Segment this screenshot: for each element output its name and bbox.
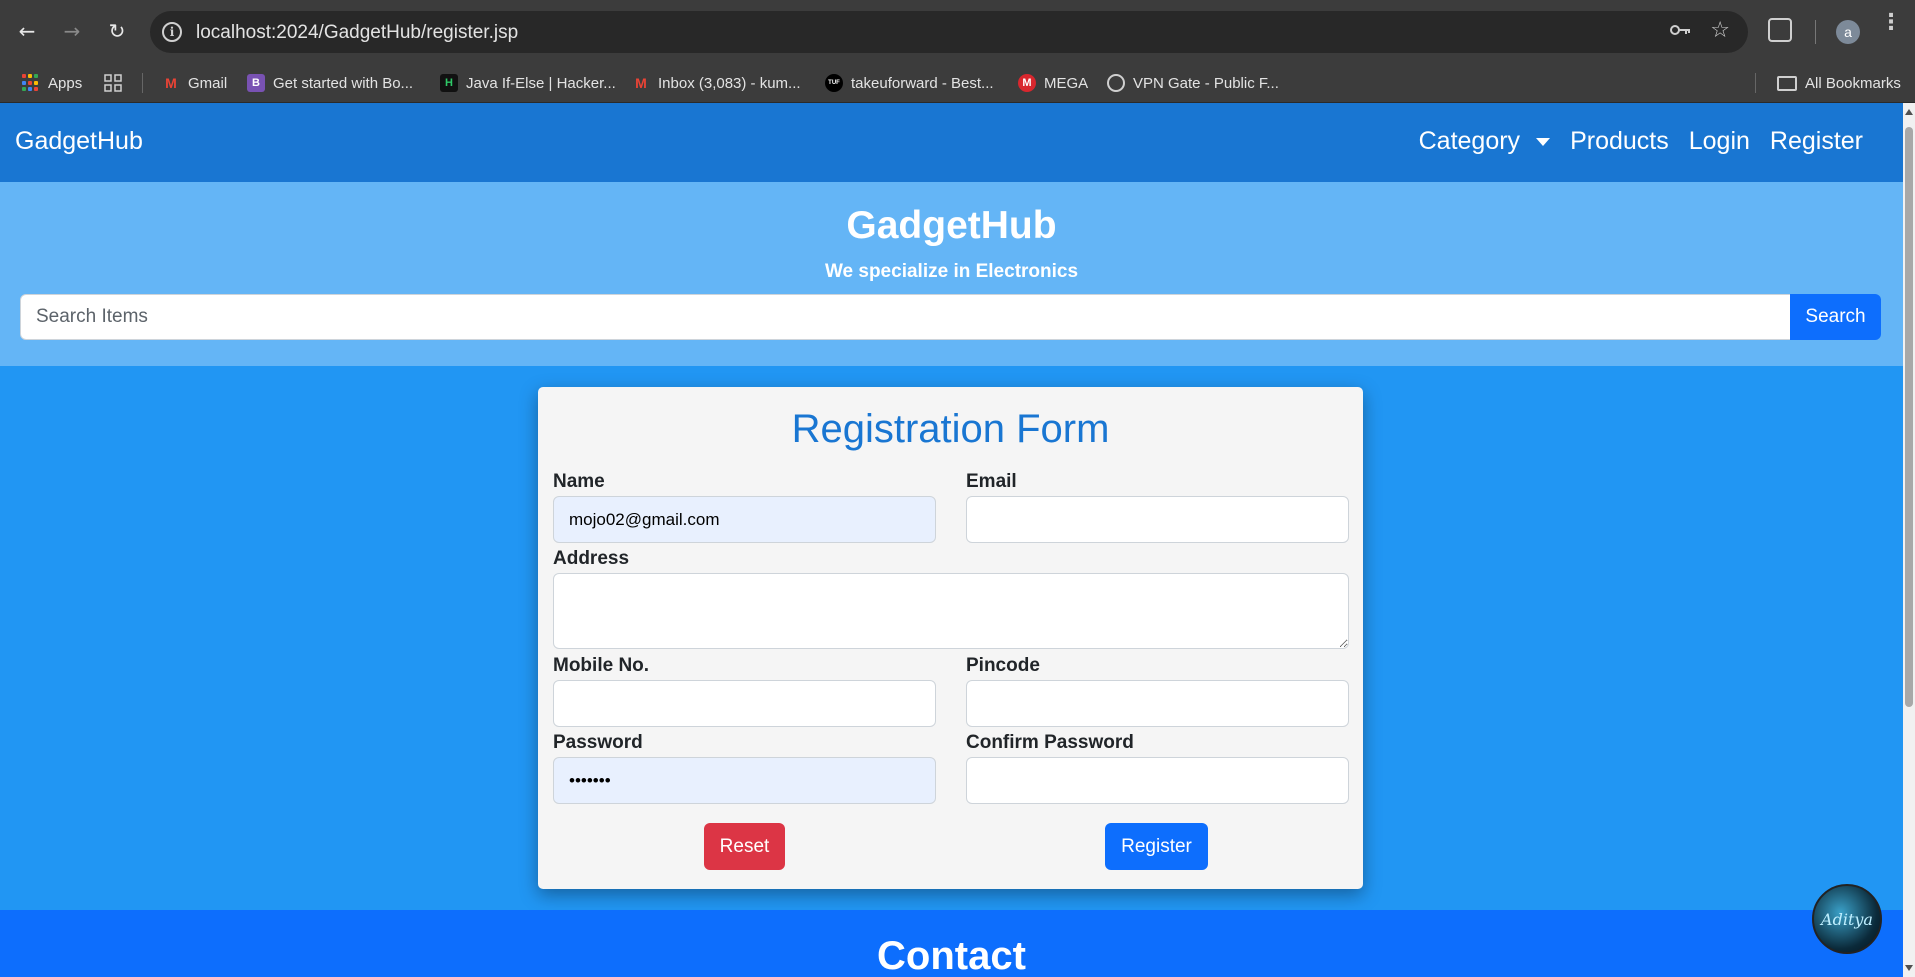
bookmark-bootstrap[interactable]: B Get started with Bo...	[247, 63, 413, 103]
back-icon[interactable]: ←	[12, 16, 42, 46]
bookmark-label: Apps	[48, 74, 83, 92]
gmail-icon: M	[165, 75, 177, 91]
reload-icon[interactable]: ↻	[102, 16, 132, 46]
extensions-icon[interactable]	[1768, 18, 1792, 42]
confirm-password-label: Confirm Password	[966, 732, 1134, 753]
forward-icon[interactable]: →	[57, 16, 87, 46]
pincode-field[interactable]	[966, 680, 1349, 727]
bookmark-label: MEGA	[1044, 74, 1089, 92]
browser-toolbar: ← → ↻ i localhost:2024/GadgetHub/registe…	[0, 0, 1915, 63]
hackerrank-icon: H	[440, 74, 458, 92]
scroll-down-icon[interactable]	[1905, 965, 1913, 971]
nav-category-label: Category	[1418, 127, 1521, 155]
navbar-brand[interactable]: GadgetHub	[15, 127, 143, 156]
bootstrap-icon: B	[247, 74, 265, 92]
address-label: Address	[553, 548, 630, 569]
bookmark-label: Inbox (3,083) - kum...	[658, 74, 801, 92]
nav-products[interactable]: Products	[1570, 127, 1669, 156]
all-bookmarks-label: All Bookmarks	[1805, 74, 1901, 92]
email-label: Email	[966, 471, 1017, 492]
floating-avatar-text: Aditya	[1821, 909, 1873, 929]
folder-icon	[1777, 75, 1797, 91]
mega-icon: M	[1018, 74, 1036, 92]
nav-register[interactable]: Register	[1770, 127, 1863, 156]
bookmark-label: VPN Gate - Public F...	[1133, 74, 1279, 92]
password-label: Password	[553, 732, 643, 753]
nav-links: Category Products Login Register	[1419, 127, 1863, 156]
bookmark-gmail[interactable]: M Gmail	[162, 63, 227, 103]
bookmark-label: Gmail	[188, 74, 228, 92]
password-field[interactable]	[553, 757, 936, 804]
mobile-label: Mobile No.	[553, 655, 650, 676]
page-scrollbar[interactable]	[1903, 103, 1915, 977]
form-title: Registration Form	[791, 407, 1110, 451]
browser-menu-icon[interactable]: ⋮	[1880, 11, 1902, 33]
bookmarks-bar: Apps M Gmail B Get started with Bo... H …	[0, 63, 1915, 103]
profile-avatar[interactable]: a	[1836, 20, 1860, 44]
bookmark-inbox[interactable]: M Inbox (3,083) - kum...	[632, 63, 801, 103]
bookmark-star-icon[interactable]: ☆	[1710, 18, 1730, 43]
registration-card: Registration Form Name Email Address Mob…	[538, 387, 1363, 889]
apps-grid-icon	[22, 74, 40, 92]
nav-login[interactable]: Login	[1689, 127, 1750, 156]
nav-category-dropdown[interactable]: Category	[1418, 127, 1551, 156]
scroll-up-icon[interactable]	[1905, 109, 1913, 115]
main-section: Registration Form Name Email Address Mob…	[0, 366, 1903, 910]
bookmark-hackerrank[interactable]: H Java If-Else | Hacker...	[440, 63, 616, 103]
contact-title: Contact	[877, 934, 1026, 977]
bookmark-takeuforward[interactable]: TUF takeuforward - Best...	[825, 63, 994, 103]
all-bookmarks[interactable]: All Bookmarks	[1777, 63, 1901, 103]
floating-avatar[interactable]: Aditya	[1812, 884, 1882, 954]
bookmark-label: Get started with Bo...	[273, 74, 414, 92]
site-info-icon[interactable]: i	[162, 22, 182, 42]
mobile-field[interactable]	[553, 680, 936, 727]
contact-section: Contact	[0, 910, 1903, 977]
bookmark-label: Java If-Else | Hacker...	[466, 74, 616, 92]
address-bar[interactable]: i localhost:2024/GadgetHub/register.jsp …	[150, 11, 1748, 53]
scroll-thumb[interactable]	[1905, 127, 1913, 707]
bookmark-apps[interactable]: Apps	[22, 63, 82, 103]
reset-button[interactable]: Reset	[704, 823, 785, 870]
search-button[interactable]: Search	[1790, 294, 1881, 340]
tuf-icon: TUF	[825, 74, 843, 92]
toolbar-divider	[1815, 20, 1816, 44]
password-key-icon[interactable]	[1670, 20, 1692, 43]
bookmark-vpngate[interactable]: VPN Gate - Public F...	[1107, 63, 1279, 103]
bookmark-mega[interactable]: M MEGA	[1018, 63, 1088, 103]
address-bar-url[interactable]: localhost:2024/GadgetHub/register.jsp	[196, 22, 518, 44]
name-label: Name	[553, 471, 605, 492]
caret-down-icon	[1536, 137, 1551, 146]
confirm-password-field[interactable]	[966, 757, 1349, 804]
address-field[interactable]	[553, 573, 1349, 649]
globe-icon	[1107, 74, 1125, 92]
gmail-icon: M	[635, 75, 647, 91]
name-field[interactable]	[553, 496, 936, 543]
register-button[interactable]: Register	[1105, 823, 1208, 870]
bookmarks-divider	[1755, 73, 1756, 93]
pincode-label: Pincode	[966, 655, 1040, 676]
navbar: GadgetHub Category Products Login Regist…	[0, 103, 1903, 182]
bookmark-label: takeuforward - Best...	[851, 74, 994, 92]
hero-title: GadgetHub	[846, 204, 1057, 247]
search-input[interactable]	[20, 294, 1791, 340]
tab-search-grid-icon[interactable]	[104, 63, 122, 103]
hero-section: GadgetHub We specialize in Electronics S…	[0, 182, 1903, 366]
bookmarks-divider	[142, 73, 143, 93]
email-field[interactable]	[966, 496, 1349, 543]
hero-subtitle: We specialize in Electronics	[824, 261, 1079, 282]
